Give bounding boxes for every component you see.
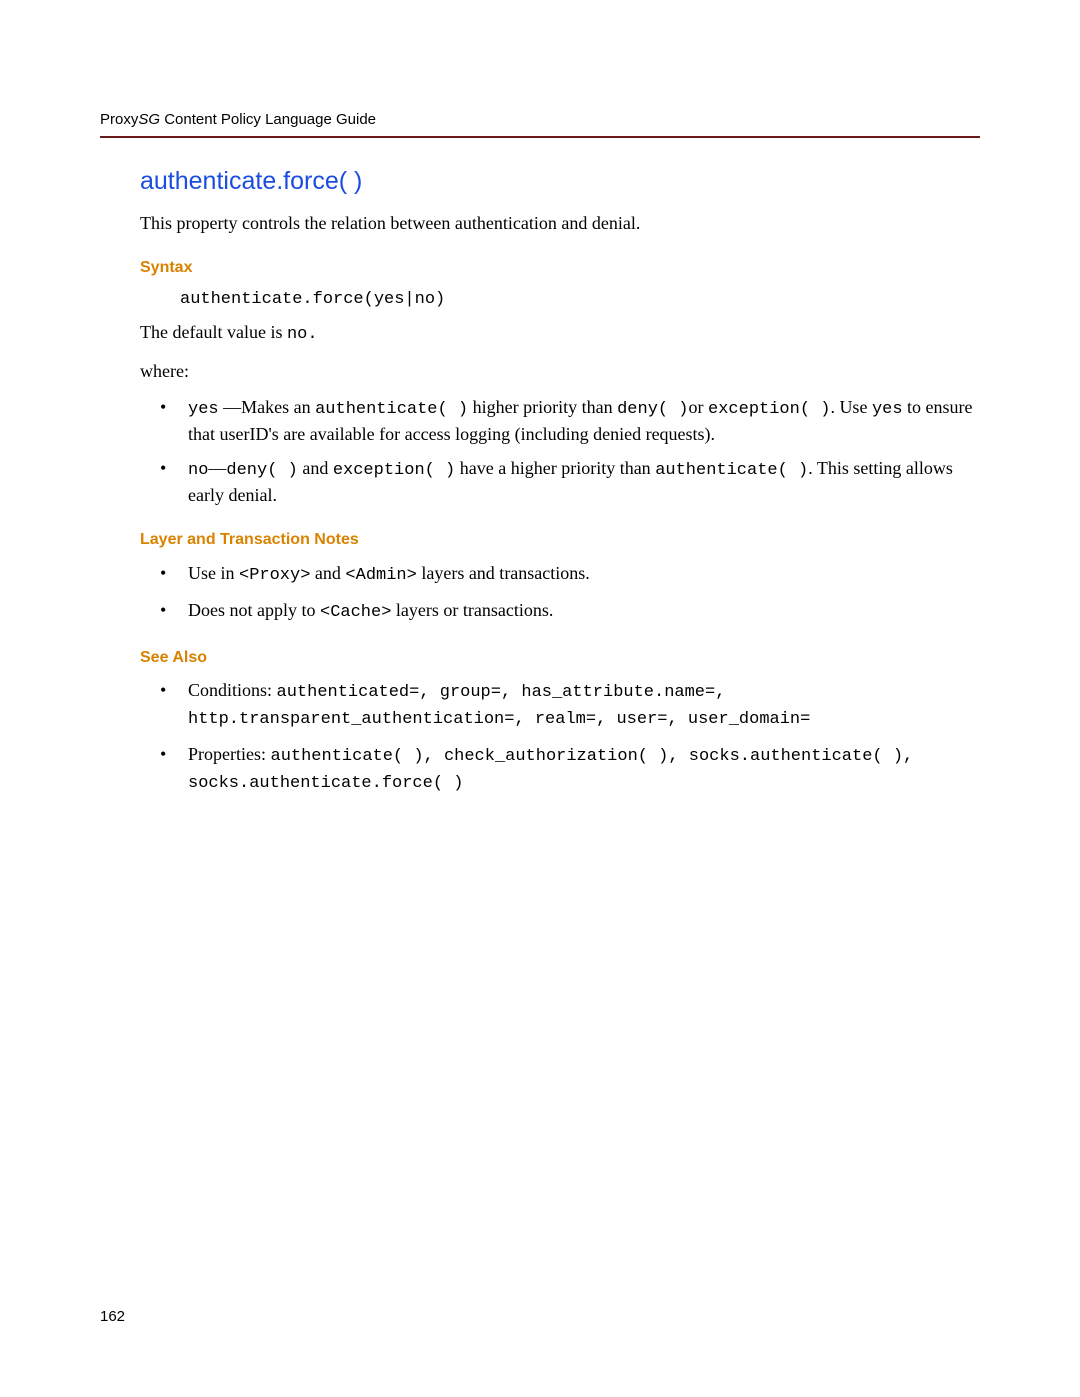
header-sg: SG	[138, 111, 160, 128]
layer-item-2: Does not apply to <Cache> layers or tran…	[160, 598, 980, 625]
syntax-code: authenticate.force(yes|no)	[180, 289, 980, 312]
seealso-list: Conditions: authenticated=, group=, has_…	[160, 678, 980, 796]
seealso-conditions: Conditions: authenticated=, group=, has_…	[160, 678, 980, 732]
default-value-line: The default value is no.	[140, 320, 980, 347]
default-code: no.	[287, 325, 318, 344]
intro-paragraph: This property controls the relation betw…	[140, 211, 980, 235]
seealso-properties: Properties: authenticate( ), check_autho…	[160, 742, 980, 796]
running-header: ProxySG Content Policy Language Guide	[100, 110, 980, 138]
syntax-heading: Syntax	[140, 257, 980, 279]
layer-list: Use in <Proxy> and <Admin> layers and tr…	[160, 561, 980, 625]
page-number: 162	[100, 1307, 125, 1327]
page-title: authenticate.force( )	[140, 165, 980, 199]
content-area: authenticate.force( ) This property cont…	[140, 165, 980, 796]
syntax-item-no: no—deny( ) and exception( ) have a highe…	[160, 456, 980, 507]
where-line: where:	[140, 359, 980, 383]
layer-item-1: Use in <Proxy> and <Admin> layers and tr…	[160, 561, 980, 588]
header-proxy: Proxy	[100, 111, 138, 128]
header-rest: Content Policy Language Guide	[160, 111, 376, 128]
seealso-heading: See Also	[140, 647, 980, 669]
syntax-list: yes —Makes an authenticate( ) higher pri…	[160, 395, 980, 507]
page: ProxySG Content Policy Language Guide au…	[0, 0, 1080, 1397]
syntax-item-yes: yes —Makes an authenticate( ) higher pri…	[160, 395, 980, 446]
default-pre: The default value is	[140, 322, 287, 342]
layer-heading: Layer and Transaction Notes	[140, 529, 980, 551]
